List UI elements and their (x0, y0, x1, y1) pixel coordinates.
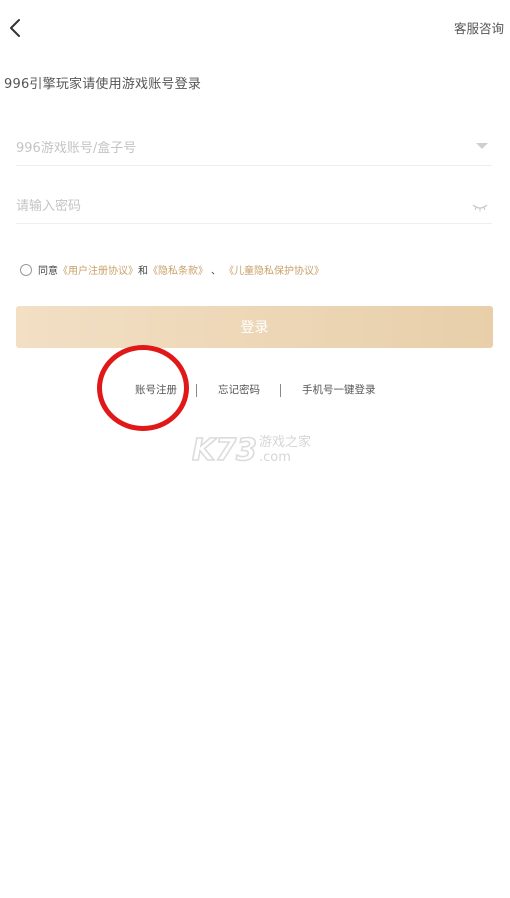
account-input[interactable] (16, 140, 456, 156)
customer-service-link[interactable]: 客服咨询 (454, 18, 504, 37)
account-field (16, 131, 492, 166)
annotation-circle (97, 345, 189, 431)
password-input[interactable] (16, 198, 456, 214)
watermark-brand: K73 (192, 433, 257, 466)
user-agreement-link[interactable]: 《用户注册协议》 (58, 262, 138, 277)
watermark-cn: 游戏之家 (259, 434, 311, 450)
forgot-password-link[interactable]: 忘记密码 (218, 382, 260, 397)
login-button[interactable]: 登录 (16, 306, 493, 348)
watermark-domain: .com (259, 450, 291, 465)
privacy-link[interactable]: 《隐私条款》 (148, 262, 208, 277)
watermark-logo: K73 游戏之家 .com (191, 430, 322, 469)
phone-login-link[interactable]: 手机号一键登录 (302, 382, 376, 397)
back-arrow-icon[interactable] (4, 14, 26, 42)
password-field (16, 189, 492, 224)
agreement-row: 同意 《用户注册协议》 和 《隐私条款》 、 《儿童隐私保护协议》 (20, 262, 324, 277)
divider (280, 384, 281, 397)
login-subtitle: 996引擎玩家请使用游戏账号登录 (4, 77, 202, 92)
eye-closed-icon[interactable] (472, 198, 488, 217)
agreement-conj: 和 (138, 266, 148, 277)
divider (196, 384, 197, 397)
agreement-sep: 、 (211, 266, 221, 277)
agree-radio[interactable] (20, 263, 32, 276)
child-privacy-link[interactable]: 《儿童隐私保护协议》 (224, 262, 324, 277)
login-page: 客服咨询 996引擎玩家请使用游戏账号登录 同意 《用户注册协议》 和 《隐私条… (0, 0, 510, 898)
chevron-down-icon[interactable] (476, 143, 488, 149)
agreement-prefix: 同意 (38, 266, 58, 277)
